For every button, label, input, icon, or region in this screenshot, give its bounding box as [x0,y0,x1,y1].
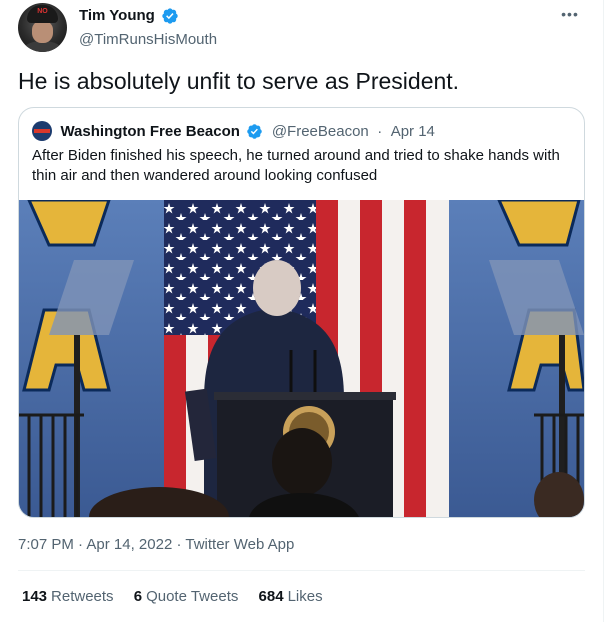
likes-count: 684 [258,588,284,605]
avatar-face [32,21,53,43]
tweet-time[interactable]: 7:07 PM [18,536,74,553]
video-frame [19,200,584,517]
quoted-handle: @FreeBeacon [271,122,369,140]
author-display-name[interactable]: Tim Young [79,6,155,26]
retweets-count: 143 [22,588,48,605]
tweet-stats: 143 Retweets 6 Quote Tweets 684 Likes [22,587,339,607]
audience-head [272,428,332,496]
likes-stat[interactable]: 684 Likes [259,587,323,607]
quoted-date: Apr 14 [390,122,435,140]
avatar-hat: NO [27,5,58,23]
quoted-text: After Biden finished his speech, he turn… [32,147,560,184]
divider [18,570,585,571]
meta-separator: · [78,536,84,553]
quote-tweets-label: Quote Tweets [146,588,239,605]
tweet-source[interactable]: Twitter Web App [185,536,294,553]
tweet-text: He is absolutely unfit to serve as Presi… [18,68,460,94]
quoted-avatar [32,121,52,141]
quoted-header: Washington Free Beacon @FreeBeacon · Apr… [32,121,435,141]
likes-label: Likes [287,588,323,605]
author-name-block: Tim Young @TimRunsHisMouth [79,6,217,50]
quoted-video[interactable] [19,200,584,517]
author-avatar[interactable]: NO [18,3,67,52]
quoted-separator: · [377,122,383,140]
author-row: NO Tim Young @TimRunsHisMouth ••• [18,3,585,55]
meta-separator: · [176,536,182,553]
quote-tweets-stat[interactable]: 6 Quote Tweets [134,587,239,607]
tweet: NO Tim Young @TimRunsHisMouth ••• He is … [0,0,604,622]
verified-badge-icon [162,8,178,24]
tweet-meta: 7:07 PM · Apr 14, 2022 · Twitter Web App [18,535,294,555]
verified-badge-icon [247,123,263,139]
retweets-stat[interactable]: 143 Retweets [22,587,114,607]
avatar-hat-text: NO [37,8,48,15]
quote-tweets-count: 6 [133,588,143,605]
tweet-date[interactable]: Apr 14, 2022 [86,536,172,553]
author-handle[interactable]: @TimRunsHisMouth [79,30,217,50]
retweets-label: Retweets [51,588,114,605]
quoted-tweet[interactable]: Washington Free Beacon @FreeBeacon · Apr… [18,107,585,518]
more-icon[interactable]: ••• [561,7,579,25]
quoted-display-name: Washington Free Beacon [60,122,240,140]
